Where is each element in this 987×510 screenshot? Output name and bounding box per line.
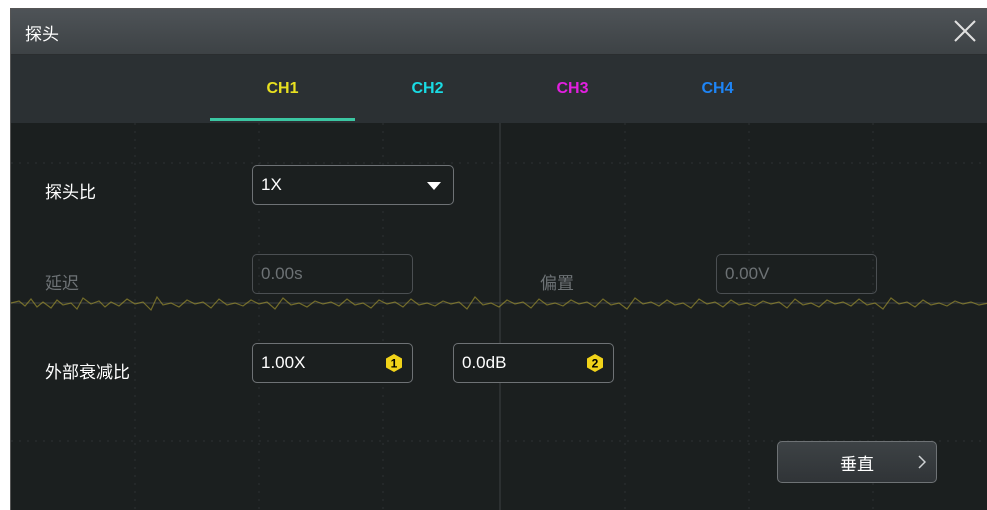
chevron-down-icon <box>427 182 441 190</box>
vertical-button[interactable]: 垂直 <box>777 441 937 483</box>
channel-tabs: CH1 CH2 CH3 CH4 <box>11 55 987 123</box>
knob-2-label: 2 <box>592 357 599 371</box>
vertical-button-label: 垂直 <box>840 454 874 475</box>
external-attenuation-label: 外部衰减比 <box>45 363 130 383</box>
probe-dialog: 探头 CH1 CH2 CH3 CH4 探头比 1X 延迟 0.00s 偏置 0.… <box>10 8 987 510</box>
attenuation-ratio-field[interactable]: 1.00X 1 <box>252 343 413 383</box>
tab-ch1[interactable]: CH1 <box>210 55 355 123</box>
tab-ch2[interactable]: CH2 <box>355 55 500 123</box>
offset-field: 0.00V <box>716 254 877 294</box>
offset-value: 0.00V <box>725 264 770 283</box>
dialog-titlebar: 探头 <box>11 9 987 55</box>
chevron-right-icon <box>918 455 926 469</box>
delay-label: 延迟 <box>45 274 79 294</box>
attenuation-db-field[interactable]: 0.0dB 2 <box>453 343 614 383</box>
tab-ch2-label: CH2 <box>411 80 444 97</box>
tab-ch4[interactable]: CH4 <box>645 55 790 123</box>
offset-label: 偏置 <box>540 274 574 294</box>
delay-value: 0.00s <box>261 264 303 283</box>
probe-ratio-value: 1X <box>261 175 282 194</box>
dialog-title: 探头 <box>25 25 59 45</box>
tab-ch1-label: CH1 <box>266 80 299 97</box>
delay-field: 0.00s <box>252 254 413 294</box>
knob-2-icon: 2 <box>587 354 603 372</box>
close-icon[interactable] <box>951 17 979 45</box>
dialog-content: 探头比 1X 延迟 0.00s 偏置 0.00V 外部衰减比 1.00X 1 0… <box>11 123 987 510</box>
tab-ch4-label: CH4 <box>701 80 734 97</box>
probe-ratio-select[interactable]: 1X <box>252 165 454 205</box>
tab-ch3-label: CH3 <box>556 80 589 97</box>
knob-1-label: 1 <box>391 357 398 371</box>
knob-1-icon: 1 <box>386 354 402 372</box>
probe-ratio-label: 探头比 <box>45 183 96 203</box>
tab-ch3[interactable]: CH3 <box>500 55 645 123</box>
